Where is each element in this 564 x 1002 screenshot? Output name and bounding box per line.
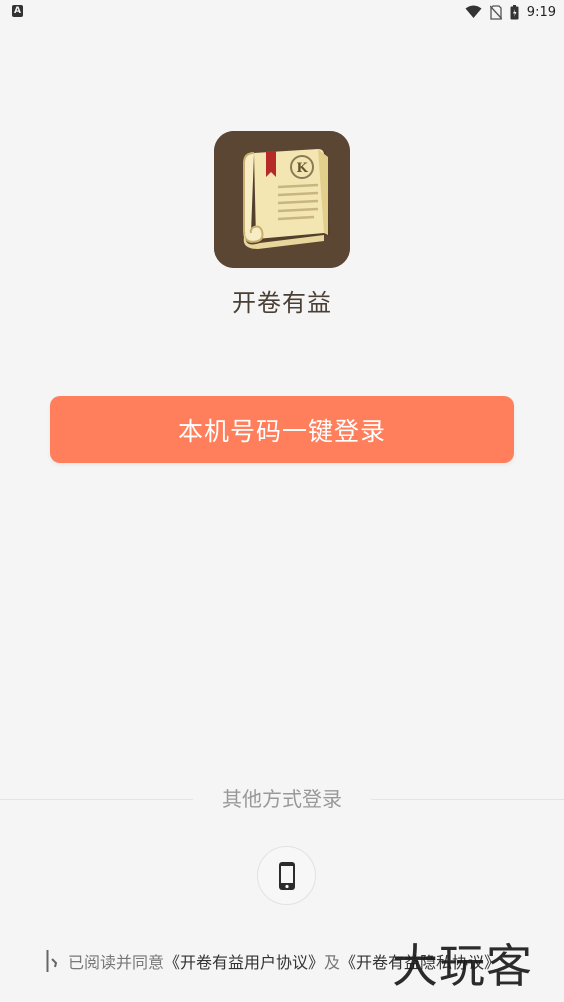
watermark: 大玩客 — [392, 939, 533, 993]
agreement-prefix: 已阅读并同意 — [68, 953, 165, 972]
notification-a-icon: A — [12, 5, 23, 17]
svg-text:K: K — [296, 161, 308, 176]
agreement-conjunction: 及 — [324, 953, 341, 972]
phone-login-button[interactable] — [257, 846, 316, 905]
status-bar: A 9:19 — [0, 0, 564, 24]
app-logo-icon: K — [214, 131, 350, 268]
status-time: 9:19 — [526, 4, 556, 20]
one-click-login-button[interactable]: 本机号码一键登录 — [50, 396, 514, 463]
status-icons: 9:19 — [465, 3, 556, 21]
divider-right — [371, 799, 564, 800]
other-login-section: 其他方式登录 — [0, 785, 564, 815]
app-name: 开卷有益 — [232, 289, 332, 317]
mobile-phone-icon — [278, 861, 296, 891]
wifi-icon — [465, 5, 482, 19]
no-sim-icon — [489, 4, 502, 20]
user-agreement-link[interactable]: 《开卷有益用户协议》 — [164, 949, 324, 973]
battery-icon — [510, 4, 519, 20]
agreement-checkbox[interactable] — [46, 950, 62, 972]
